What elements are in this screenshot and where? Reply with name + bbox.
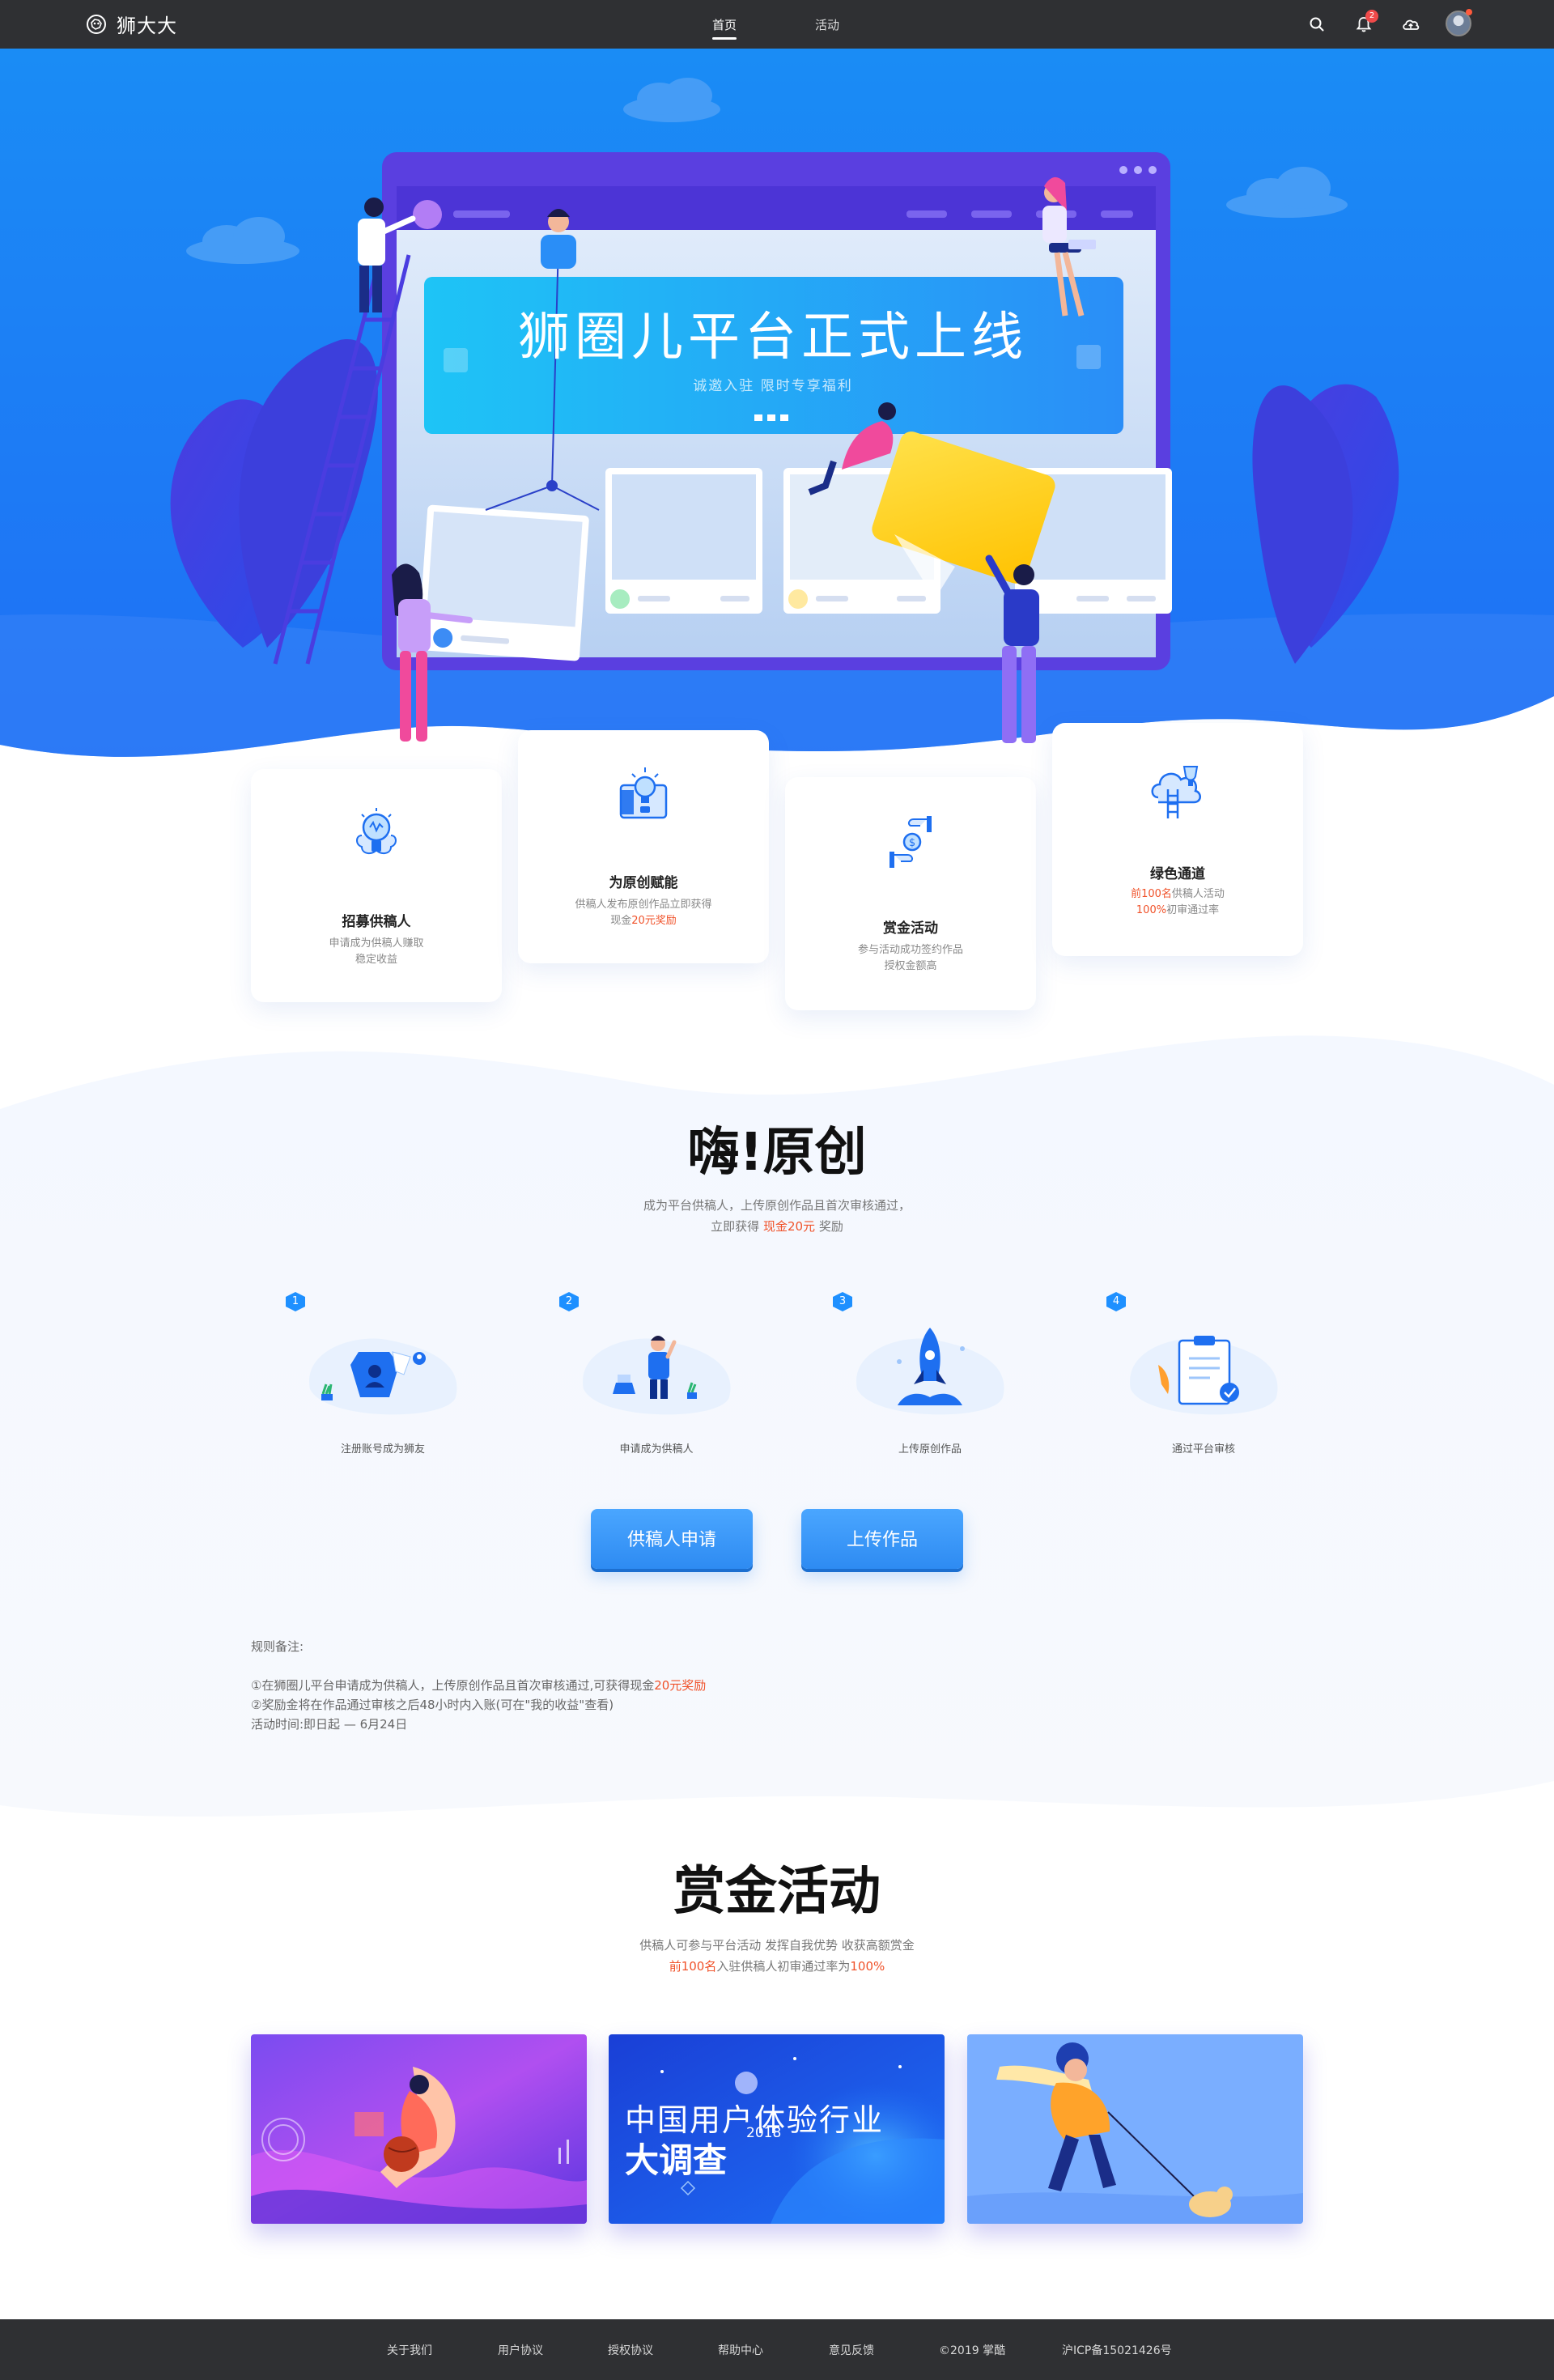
money-exchange-icon: $ bbox=[890, 816, 932, 868]
nav-activity[interactable]: 活动 bbox=[815, 16, 839, 33]
hero-subtitle: 诚邀入驻 限时专享福利 bbox=[693, 378, 853, 394]
rocket-upload-illustration bbox=[856, 1328, 1004, 1415]
rules-notes: 规则备注: ①在狮圈儿平台申请成为供稿人，上传原创作品且首次审核通过,可获得现金… bbox=[251, 1637, 706, 1734]
feature-title: 为原创赋能 bbox=[609, 875, 678, 891]
rules-line: ①在狮圈儿平台申请成为供稿人，上传原创作品且首次审核通过,可获得现金20元奖励 bbox=[251, 1678, 707, 1693]
footer-link-help-center[interactable]: 帮助中心 bbox=[718, 2342, 763, 2358]
feature-desc: 前100名供稿人活动 100%初审通过率 bbox=[1131, 888, 1225, 916]
footer-link-license-agreement[interactable]: 授权协议 bbox=[608, 2342, 653, 2358]
step-label: 上传原创作品 bbox=[898, 1443, 962, 1456]
clipboard-review-illustration bbox=[1130, 1336, 1278, 1415]
feature-desc: 参与活动成功签约作品 授权金额高 bbox=[857, 944, 963, 972]
nav-home[interactable]: 首页 bbox=[712, 16, 737, 40]
footer-link-feedback[interactable]: 意见反馈 bbox=[829, 2342, 874, 2358]
original-section-title: 嗨!原创 bbox=[687, 1123, 867, 1183]
feature-title: 绿色通道 bbox=[1150, 866, 1205, 882]
apply-contributor-illustration bbox=[583, 1336, 731, 1415]
feature-title: 招募供稿人 bbox=[342, 914, 411, 930]
footer-link-user-agreement[interactable]: 用户协议 bbox=[498, 2342, 543, 2358]
feature-title: 赏金活动 bbox=[883, 920, 938, 937]
survey-title-line2: 大调查 bbox=[625, 2140, 728, 2180]
rules-line: 活动时间:即日起 — 6月24日 bbox=[251, 1717, 408, 1732]
feature-card-empower[interactable]: 为原创赋能 供稿人发布原创作品立即获得 现金20元奖励 bbox=[518, 730, 769, 963]
survey-year: 2018 bbox=[746, 2125, 782, 2141]
avatar-status-dot bbox=[1466, 9, 1472, 15]
search-icon[interactable] bbox=[1306, 13, 1328, 36]
step-label: 注册账号成为狮友 bbox=[340, 1443, 425, 1456]
feature-card-recruit[interactable]: 招募供稿人 申请成为供稿人赚取 稳定收益 bbox=[251, 769, 502, 1002]
hero-banner: 狮圈儿平台正式上线 诚邀入驻 限时专享福利 bbox=[0, 49, 1554, 777]
notification-badge: 2 bbox=[1365, 10, 1378, 23]
svg-text:$: $ bbox=[909, 837, 915, 849]
register-account-illustration bbox=[309, 1338, 457, 1415]
cloud-upload-icon[interactable] bbox=[1399, 13, 1422, 36]
basketball-banner[interactable] bbox=[251, 2034, 587, 2224]
dog-walk-illustration bbox=[967, 2034, 1303, 2224]
footer: 关于我们 用户协议 授权协议 帮助中心 意见反馈 ©2019 掌酷 沪ICP备1… bbox=[0, 2319, 1554, 2380]
feature-desc: 供稿人发布原创作品立即获得 现金20元奖励 bbox=[575, 899, 712, 927]
lightbulb-brain-icon bbox=[356, 808, 397, 855]
lion-logo-icon bbox=[87, 14, 106, 34]
survey-banner[interactable]: 中国用户体验行业 大调查 2018 bbox=[609, 2034, 945, 2224]
top-nav: 狮大大 首页 活动 2 bbox=[0, 0, 1554, 49]
basketball-illustration bbox=[251, 2034, 587, 2224]
original-section-subtitle: 成为平台供稿人，上传原创作品且首次审核通过， 立即获得 现金20元 奖励 bbox=[643, 1198, 911, 1234]
feature-card-bounty[interactable]: $ 赏金活动 参与活动成功签约作品 授权金额高 bbox=[785, 777, 1036, 1010]
rules-heading: 规则备注: bbox=[251, 1639, 304, 1654]
footer-icp-number[interactable]: 沪ICP备15021426号 bbox=[1062, 2342, 1172, 2358]
dog-walk-banner[interactable] bbox=[967, 2034, 1303, 2224]
bounty-section-subtitle: 供稿人可参与平台活动 发挥自我优势 收获高额赏金 前100名入驻供稿人初审通过率… bbox=[639, 1938, 915, 1974]
step-label: 申请成为供稿人 bbox=[619, 1443, 694, 1456]
brand-name: 狮大大 bbox=[117, 15, 177, 37]
hero-illustration bbox=[0, 49, 1554, 757]
feature-card-green-channel[interactable]: 绿色通道 前100名供稿人活动 100%初审通过率 bbox=[1052, 723, 1303, 956]
rules-line: ②奖励金将在作品通过审核之后48小时内入账(可在"我的收益"查看) bbox=[251, 1698, 614, 1712]
step-label: 通过平台审核 bbox=[1171, 1443, 1235, 1456]
cloud-trophy-icon bbox=[1151, 766, 1201, 818]
bounty-section-title: 赏金活动 bbox=[673, 1862, 881, 1922]
footer-copyright: ©2019 掌酷 bbox=[939, 2344, 1006, 2357]
lightbulb-wallet-icon bbox=[619, 767, 668, 819]
feature-desc: 申请成为供稿人赚取 稳定收益 bbox=[329, 937, 424, 966]
brand-logo[interactable]: 狮大大 bbox=[84, 10, 177, 38]
apply-contributor-button[interactable]: 供稿人申请 bbox=[591, 1509, 753, 1569]
hero-title: 狮圈儿平台正式上线 bbox=[518, 308, 1028, 368]
footer-link-about[interactable]: 关于我们 bbox=[387, 2342, 432, 2358]
upload-work-button[interactable]: 上传作品 bbox=[801, 1509, 963, 1569]
